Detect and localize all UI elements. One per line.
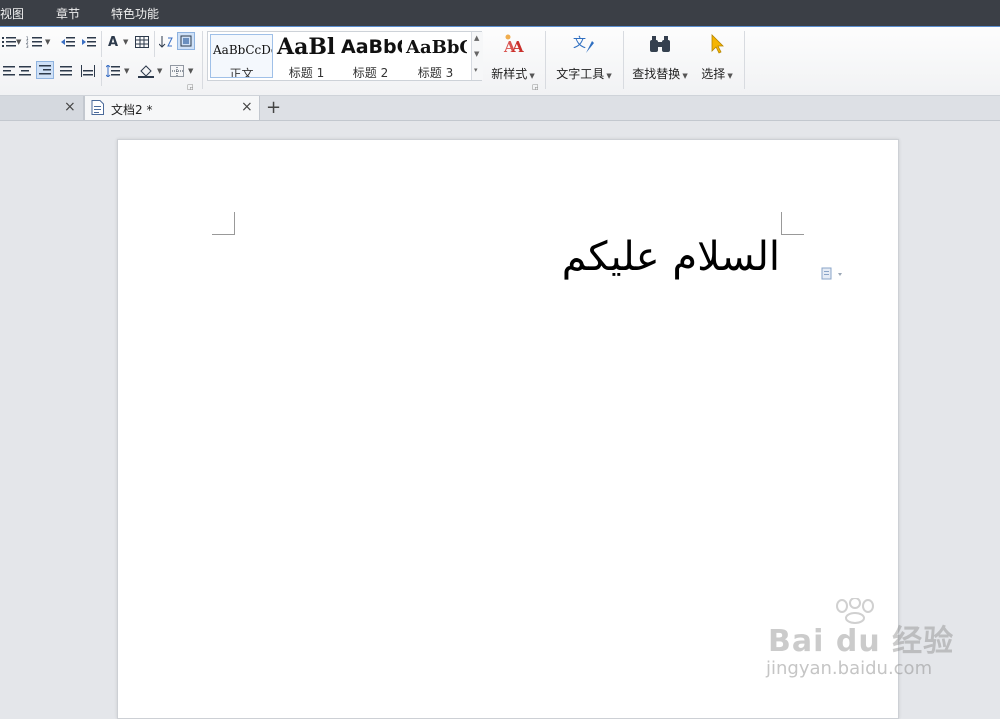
new-style-label: 新样式 (491, 67, 528, 81)
text-direction-icon[interactable]: A (104, 33, 122, 51)
svg-text:A: A (511, 38, 524, 55)
tab-document-2[interactable]: 文档2 * × (84, 96, 260, 120)
document-text[interactable]: السلام عليكم (562, 234, 780, 280)
margin-corner-top-left (212, 212, 235, 235)
watermark-url: jingyan.baidu.com (766, 658, 933, 679)
style-normal[interactable]: AaBbCcDd 正文 (210, 34, 273, 78)
document-icon (91, 100, 104, 115)
decrease-indent-icon[interactable] (59, 33, 77, 51)
find-replace-label: 查找替换 (632, 67, 681, 81)
chevron-down-icon[interactable]: ▼ (188, 67, 193, 75)
document-tab-bar: × 文档2 * × + (0, 96, 1000, 121)
separator (545, 31, 546, 89)
separator (744, 31, 745, 89)
style-sample: AaBbC (406, 37, 467, 58)
new-tab-button[interactable]: + (266, 96, 281, 120)
style-sample: AaBl (277, 34, 336, 60)
chevron-down-icon[interactable]: ▼ (124, 67, 129, 75)
align-center-icon[interactable] (16, 62, 34, 80)
styles-dialog-launcher-icon[interactable]: ◲ (532, 83, 539, 91)
justify-icon[interactable] (57, 62, 75, 80)
scroll-down-icon[interactable]: ▼ (474, 50, 479, 58)
style-gallery-scroll[interactable]: ▲ ▼ ▾ (471, 32, 483, 80)
expand-gallery-icon[interactable]: ▾ (474, 66, 478, 74)
scroll-up-icon[interactable]: ▲ (474, 34, 479, 42)
find-replace-button[interactable]: 查找替换 ▼ (630, 31, 690, 82)
close-icon[interactable]: × (64, 99, 76, 115)
distributed-align-icon[interactable] (79, 62, 97, 80)
close-icon[interactable]: × (241, 99, 253, 115)
style-label: 标题 1 (288, 66, 325, 78)
line-spacing-icon[interactable] (104, 62, 122, 80)
svg-text:文: 文 (573, 36, 586, 51)
increase-indent-icon[interactable] (80, 33, 98, 51)
cursor-arrow-icon (697, 31, 737, 57)
separator (101, 31, 102, 57)
baidu-watermark: Bai du 经验 jingyan.baidu.com (762, 598, 962, 688)
separator (101, 60, 102, 86)
style-sample: AaBbCcDd (213, 43, 273, 57)
separator (202, 31, 203, 89)
menu-bar: 视图 章节 特色功能 (0, 0, 1000, 27)
margin-corner-top-right (781, 212, 804, 235)
shading-fill-icon[interactable] (137, 62, 155, 80)
table-grid-icon[interactable] (133, 33, 151, 51)
separator (154, 31, 155, 57)
tab-title: 文档2 * (111, 103, 153, 117)
style-sample: AaBbC (341, 36, 402, 58)
select-label: 选择 (701, 67, 726, 81)
style-label: 标题 2 (352, 66, 389, 78)
style-heading-2[interactable]: AaBbC 标题 2 (339, 34, 402, 78)
chevron-down-icon[interactable]: ▼ (157, 67, 162, 75)
new-style-button[interactable]: AA 新样式 ▼ (486, 31, 540, 82)
style-heading-3[interactable]: AaBbC 标题 3 (404, 34, 467, 78)
menu-view[interactable]: 视图 (0, 5, 24, 22)
text-tools-icon: 文 (552, 31, 616, 57)
menu-section[interactable]: 章节 (56, 5, 80, 22)
watermark-brand: Bai du 经验 (768, 624, 955, 659)
sort-icon[interactable] (157, 33, 175, 51)
align-right-icon[interactable] (36, 61, 54, 79)
svg-text:3: 3 (26, 44, 29, 48)
chevron-down-icon[interactable]: ▼ (16, 38, 21, 46)
paragraph-dialog-launcher-icon[interactable]: ◲ (187, 83, 194, 91)
numbered-list-icon[interactable]: 123 (25, 33, 43, 51)
style-heading-1[interactable]: AaBl 标题 1 (275, 34, 338, 78)
style-gallery: AaBbCcDd 正文 AaBl 标题 1 AaBbC 标题 2 AaBbC 标… (207, 31, 483, 81)
menu-special-features[interactable]: 特色功能 (111, 5, 159, 22)
binoculars-icon (630, 31, 690, 57)
chevron-down-icon[interactable]: ▼ (123, 38, 128, 46)
paste-options-icon[interactable] (821, 267, 845, 281)
text-tools-button[interactable]: 文 文字工具 ▼ (552, 31, 616, 82)
tab-previous-document[interactable]: × (0, 96, 84, 120)
select-button[interactable]: 选择 ▼ (697, 31, 737, 82)
new-style-icon: AA (486, 31, 540, 57)
separator (623, 31, 624, 89)
show-marks-icon[interactable] (177, 32, 195, 50)
style-label: 正文 (229, 67, 254, 78)
ribbon-toolbar: ▼ 123 ▼ A ▼ ▼ ▼ ▼ ◲ AaBbCcDd 正文 AaBl 标题 … (0, 27, 1000, 96)
text-tools-label: 文字工具 (556, 67, 605, 81)
style-label: 标题 3 (417, 66, 454, 78)
borders-icon[interactable] (168, 62, 186, 80)
chevron-down-icon[interactable]: ▼ (45, 38, 50, 46)
